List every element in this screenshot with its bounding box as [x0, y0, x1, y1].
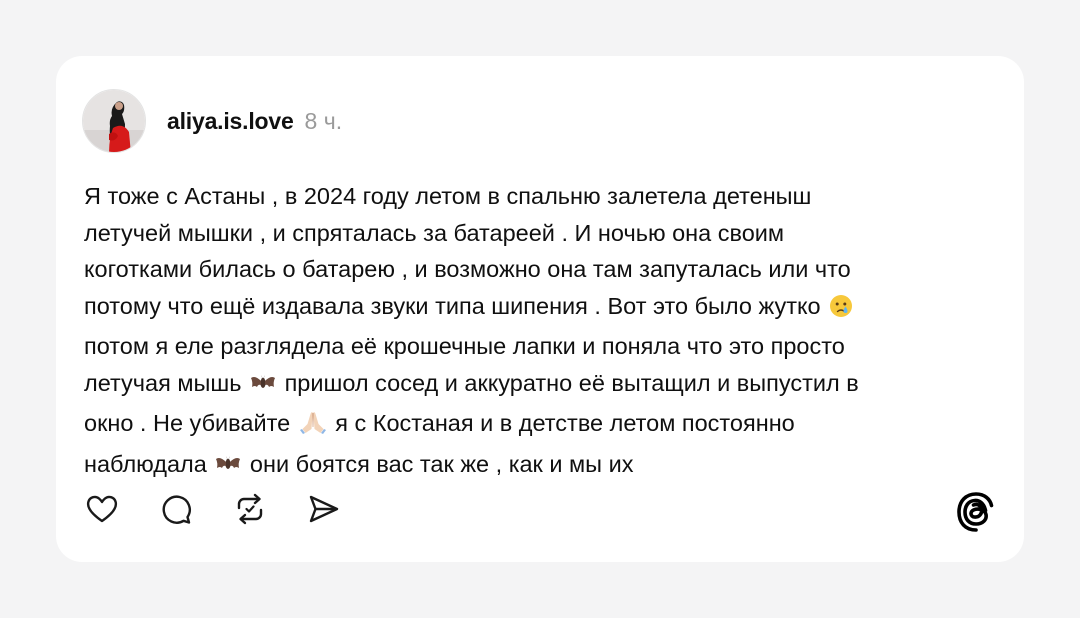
- post-line-text: я с Костаная и в детстве летом постоянно: [328, 410, 795, 436]
- post-line: летучей мышки , и спряталась за батареей…: [84, 219, 785, 246]
- post-line-text: потому что ещё издавала звуки типа шипен…: [84, 292, 821, 319]
- repost-icon: [233, 492, 267, 531]
- post-line: окно . Не убивайте я с Костаная и в детс…: [84, 405, 984, 446]
- crying-face-icon: [829, 292, 853, 329]
- post-line-text: окно . Не убивайте: [84, 410, 291, 436]
- bat-icon: [215, 450, 241, 487]
- post-actions: [84, 493, 380, 529]
- username[interactable]: aliya.is.love: [167, 108, 294, 135]
- post-line: потом я еле разглядела её крошечные лапк…: [84, 333, 845, 359]
- comment-icon: [159, 492, 193, 531]
- bat-icon: [250, 369, 276, 406]
- reply-button[interactable]: [158, 493, 194, 529]
- repost-button[interactable]: [232, 493, 268, 529]
- share-button[interactable]: [306, 493, 342, 529]
- post-time: 8 ч.: [304, 107, 343, 134]
- post-header: aliya.is.love 8 ч.: [82, 88, 342, 154]
- post-line: Я тоже с Астаны , в 2024 году летом в сп…: [84, 183, 812, 209]
- post-card: aliya.is.love 8 ч. Я тоже с Астаны , в 2…: [56, 56, 1024, 562]
- post-line: потому что ещё издавала звуки типа шипен…: [84, 288, 984, 329]
- post-line-text: пришол сосед и аккуратно её вытащил и вы…: [284, 369, 859, 396]
- post-text: Я тоже с Астаны , в 2024 году летом в сп…: [84, 178, 984, 486]
- like-button[interactable]: [84, 493, 120, 529]
- send-icon: [307, 492, 341, 531]
- post-line: коготками билась о батарею , и возможно …: [84, 256, 851, 282]
- post-line: наблюдала они боятся вас так же , как и …: [84, 446, 984, 487]
- folded-hands-icon: [299, 409, 327, 446]
- avatar[interactable]: [82, 89, 146, 153]
- post-line: летучая мышь пришол сосед и аккуратно её…: [84, 365, 984, 406]
- threads-logo-icon[interactable]: [956, 491, 996, 533]
- post-line-text: летучая мышь: [84, 369, 242, 396]
- post-line-text: наблюдала: [84, 450, 207, 477]
- heart-icon: [85, 493, 119, 530]
- post-line-text: они боятся вас так же , как и мы их: [249, 450, 634, 477]
